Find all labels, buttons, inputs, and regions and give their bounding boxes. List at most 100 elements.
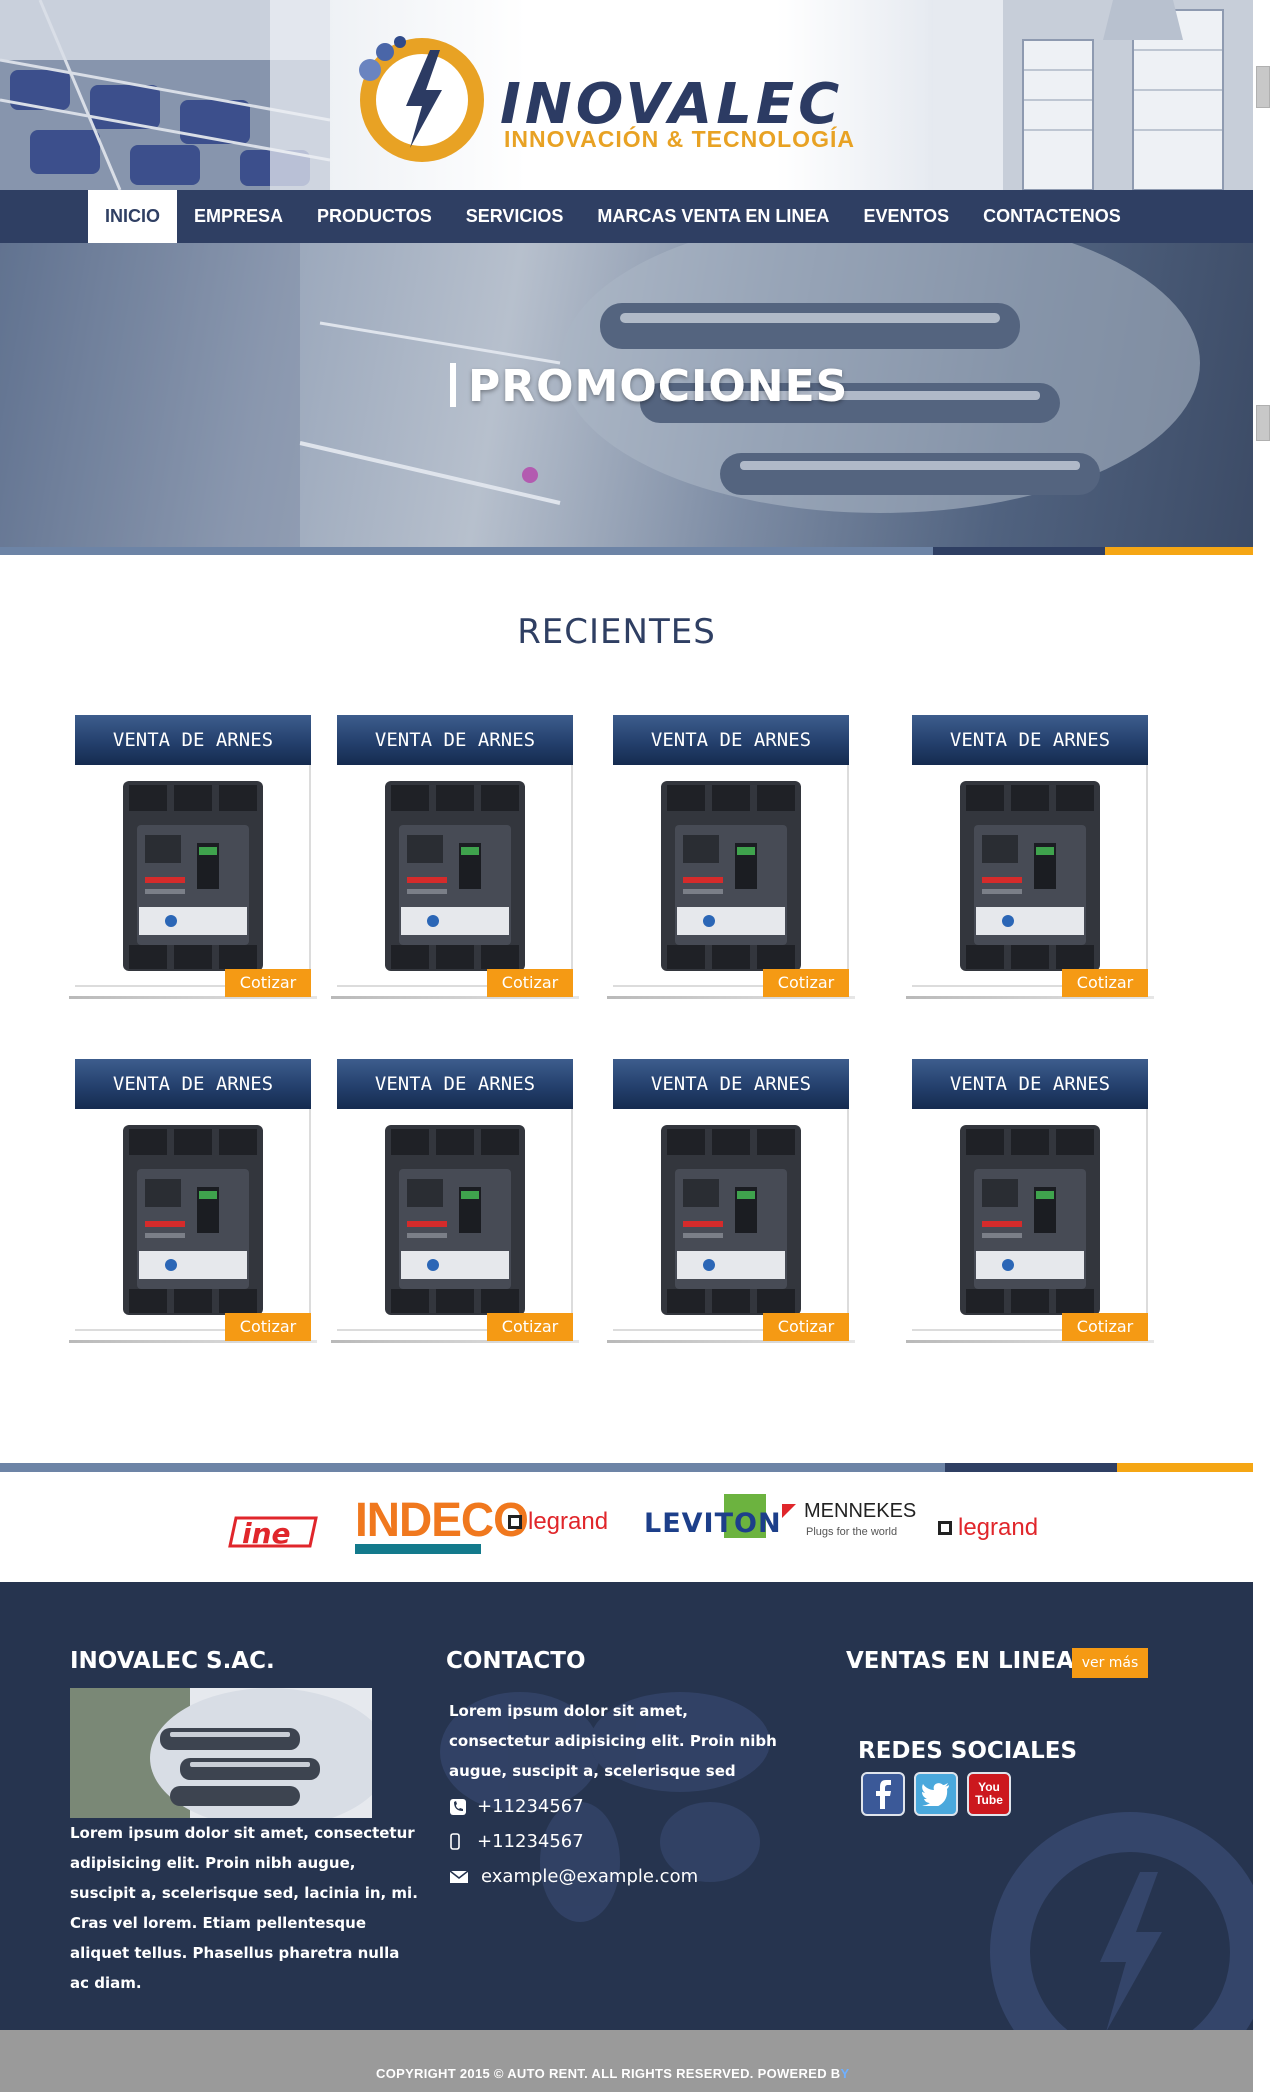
footer-company-text: Lorem ipsum dolor sit amet, consectetur … — [70, 1824, 418, 1992]
scrollbar-thumb[interactable] — [1256, 66, 1270, 108]
legrand-square-icon — [938, 1521, 952, 1535]
product-card-title: VENTA DE ARNES — [912, 1059, 1148, 1109]
brand-mennekes-label: MENNEKES — [804, 1500, 917, 1522]
circuit-breaker-image — [960, 781, 1100, 971]
product-card[interactable]: VENTA DE ARNES Cotizar — [607, 1059, 855, 1343]
hero-stripe — [0, 547, 1253, 555]
circuit-breaker-image — [661, 781, 801, 971]
nav-item-servicios[interactable]: SERVICIOS — [449, 190, 581, 243]
youtube-icon[interactable]: You Tube — [967, 1772, 1011, 1816]
legrand-square-icon — [508, 1515, 522, 1529]
industrial-machinery-image — [0, 0, 330, 190]
product-card[interactable]: VENTA DE ARNES Cotizar — [331, 1059, 579, 1343]
product-card[interactable]: VENTA DE ARNES Cotizar — [906, 1059, 1154, 1343]
brand-indeco-label: INDECO — [355, 1491, 529, 1547]
copyright-tail: Y — [840, 2066, 850, 2081]
nav-item-productos[interactable]: PRODUCTOS — [300, 190, 449, 243]
product-card-title: VENTA DE ARNES — [912, 715, 1148, 765]
footer-phone[interactable]: +11234567 — [477, 1796, 584, 1817]
footer-email[interactable]: example@example.com — [481, 1866, 698, 1887]
circuit-breaker-image — [123, 781, 263, 971]
youtube-label: You Tube — [975, 1780, 1003, 1807]
cotizar-button[interactable]: Cotizar — [1062, 1313, 1148, 1341]
copyright-text: COPYRIGHT 2015 © AUTO RENT. ALL RIGHTS R… — [376, 2066, 849, 2081]
circuit-breaker-image — [960, 1125, 1100, 1315]
cotizar-button[interactable]: Cotizar — [763, 969, 849, 997]
logo-tagline: INNOVACIÓN & TECNOLOGÍA — [504, 126, 855, 152]
hero-title-text: PROMOCIONES — [468, 361, 849, 412]
footer-sales-title: VENTAS EN LINEA — [846, 1648, 1074, 1674]
circuit-breaker-image — [661, 1125, 801, 1315]
ver-mas-button[interactable]: ver más — [1072, 1648, 1148, 1678]
circuit-breaker-image — [123, 1125, 263, 1315]
brand-logo-legrand-1[interactable]: legrand — [508, 1502, 618, 1542]
product-card[interactable]: VENTA DE ARNES Cotizar — [69, 1059, 317, 1343]
footer-phone-row: +11234567 — [449, 1796, 584, 1817]
product-card-title: VENTA DE ARNES — [75, 1059, 311, 1109]
footer-company-title: INOVALEC S.AC. — [70, 1648, 275, 1674]
world-map-background — [440, 1692, 770, 1922]
site-header: INOVALEC INNOVACIÓN & TECNOLOGÍA — [0, 0, 1253, 190]
brand-leviton-label: LEVITON — [644, 1508, 782, 1539]
facebook-icon[interactable] — [861, 1772, 905, 1816]
product-card-title: VENTA DE ARNES — [613, 1059, 849, 1109]
footer-email-row: example@example.com — [449, 1866, 698, 1887]
product-card-title: VENTA DE ARNES — [613, 715, 849, 765]
product-card[interactable]: VENTA DE ARNES Cotizar — [69, 715, 317, 999]
brand-logo-mennekes[interactable]: MENNEKES Plugs for the world — [782, 1500, 916, 1552]
nav-item-eventos[interactable]: EVENTOS — [846, 190, 966, 243]
product-card-title: VENTA DE ARNES — [337, 1059, 573, 1109]
phone-icon — [449, 1798, 477, 1816]
copyright-main: COPYRIGHT 2015 © AUTO RENT. ALL RIGHTS R… — [376, 2066, 841, 2081]
brands-stripe — [0, 1463, 1264, 1472]
cotizar-button[interactable]: Cotizar — [225, 1313, 311, 1341]
site-footer: INOVALEC S.AC. Lorem ipsum dolor sit ame… — [0, 1582, 1253, 2030]
hero-title: PROMOCIONES — [450, 361, 848, 412]
brand-mennekes-sub: Plugs for the world — [806, 1526, 898, 1538]
copyright-bar: COPYRIGHT 2015 © AUTO RENT. ALL RIGHTS R… — [0, 2030, 1253, 2092]
brand-logo-leviton[interactable]: LEVITON — [642, 1494, 781, 1544]
footer-company-image — [70, 1688, 372, 1818]
main-nav: INICIO EMPRESA PRODUCTOS SERVICIOS MARCA… — [0, 190, 1253, 243]
twitter-icon[interactable] — [914, 1772, 958, 1816]
cotizar-button[interactable]: Cotizar — [487, 969, 573, 997]
scrollbar-thumb-secondary[interactable] — [1256, 405, 1270, 441]
brand-legrand-1-label: legrand — [528, 1508, 609, 1535]
brand-logo-legrand-2[interactable]: legrand — [938, 1508, 1048, 1548]
brand-legrand-2-label: legrand — [958, 1514, 1039, 1541]
mennekes-mark-icon — [782, 1504, 796, 1518]
brand-logo-indeco[interactable]: INDECO — [355, 1491, 529, 1558]
mobile-icon — [449, 1832, 477, 1851]
section-title-recientes: RECIENTES — [517, 612, 716, 652]
product-card-title: VENTA DE ARNES — [337, 715, 573, 765]
lightning-bolt-icon — [359, 36, 484, 162]
brand-logo-ine[interactable]: ine — [228, 1512, 322, 1552]
product-card[interactable]: VENTA DE ARNES Cotizar — [906, 715, 1154, 999]
footer-contact-text: Lorem ipsum dolor sit amet, consectetur … — [449, 1702, 777, 1780]
brands-bar: ine INDECO legrand LEVITON MENNEKES Plug… — [0, 1472, 1253, 1582]
cotizar-button[interactable]: Cotizar — [1062, 969, 1148, 997]
nav-item-empresa[interactable]: EMPRESA — [177, 190, 300, 243]
nav-item-inicio[interactable]: INICIO — [88, 190, 178, 243]
circuit-breaker-image — [385, 781, 525, 971]
page-scrollbar[interactable] — [1253, 0, 1280, 2092]
brand-ine-label: ine — [242, 1517, 291, 1550]
cotizar-button[interactable]: Cotizar — [763, 1313, 849, 1341]
industrial-tanks-image — [933, 0, 1253, 190]
footer-mobile-row: +11234567 — [449, 1831, 584, 1852]
product-card[interactable]: VENTA DE ARNES Cotizar — [331, 715, 579, 999]
product-card[interactable]: VENTA DE ARNES Cotizar — [607, 715, 855, 999]
footer-contact-title: CONTACTO — [446, 1648, 586, 1674]
nav-item-contactenos[interactable]: CONTACTENOS — [966, 190, 1138, 243]
nav-item-marcas[interactable]: MARCAS VENTA EN LINEA — [580, 190, 846, 243]
footer-mobile[interactable]: +11234567 — [477, 1831, 584, 1852]
product-card-title: VENTA DE ARNES — [75, 715, 311, 765]
cotizar-button[interactable]: Cotizar — [225, 969, 311, 997]
inovalec-logo[interactable]: INOVALEC INNOVACIÓN & TECNOLOGÍA — [340, 20, 900, 180]
envelope-icon — [449, 1869, 477, 1885]
watermark-logo-icon — [990, 1812, 1253, 2030]
hero-banner: PROMOCIONES — [0, 243, 1253, 550]
circuit-breaker-image — [385, 1125, 525, 1315]
cotizar-button[interactable]: Cotizar — [487, 1313, 573, 1341]
footer-social-title: REDES SOCIALES — [858, 1738, 1078, 1764]
